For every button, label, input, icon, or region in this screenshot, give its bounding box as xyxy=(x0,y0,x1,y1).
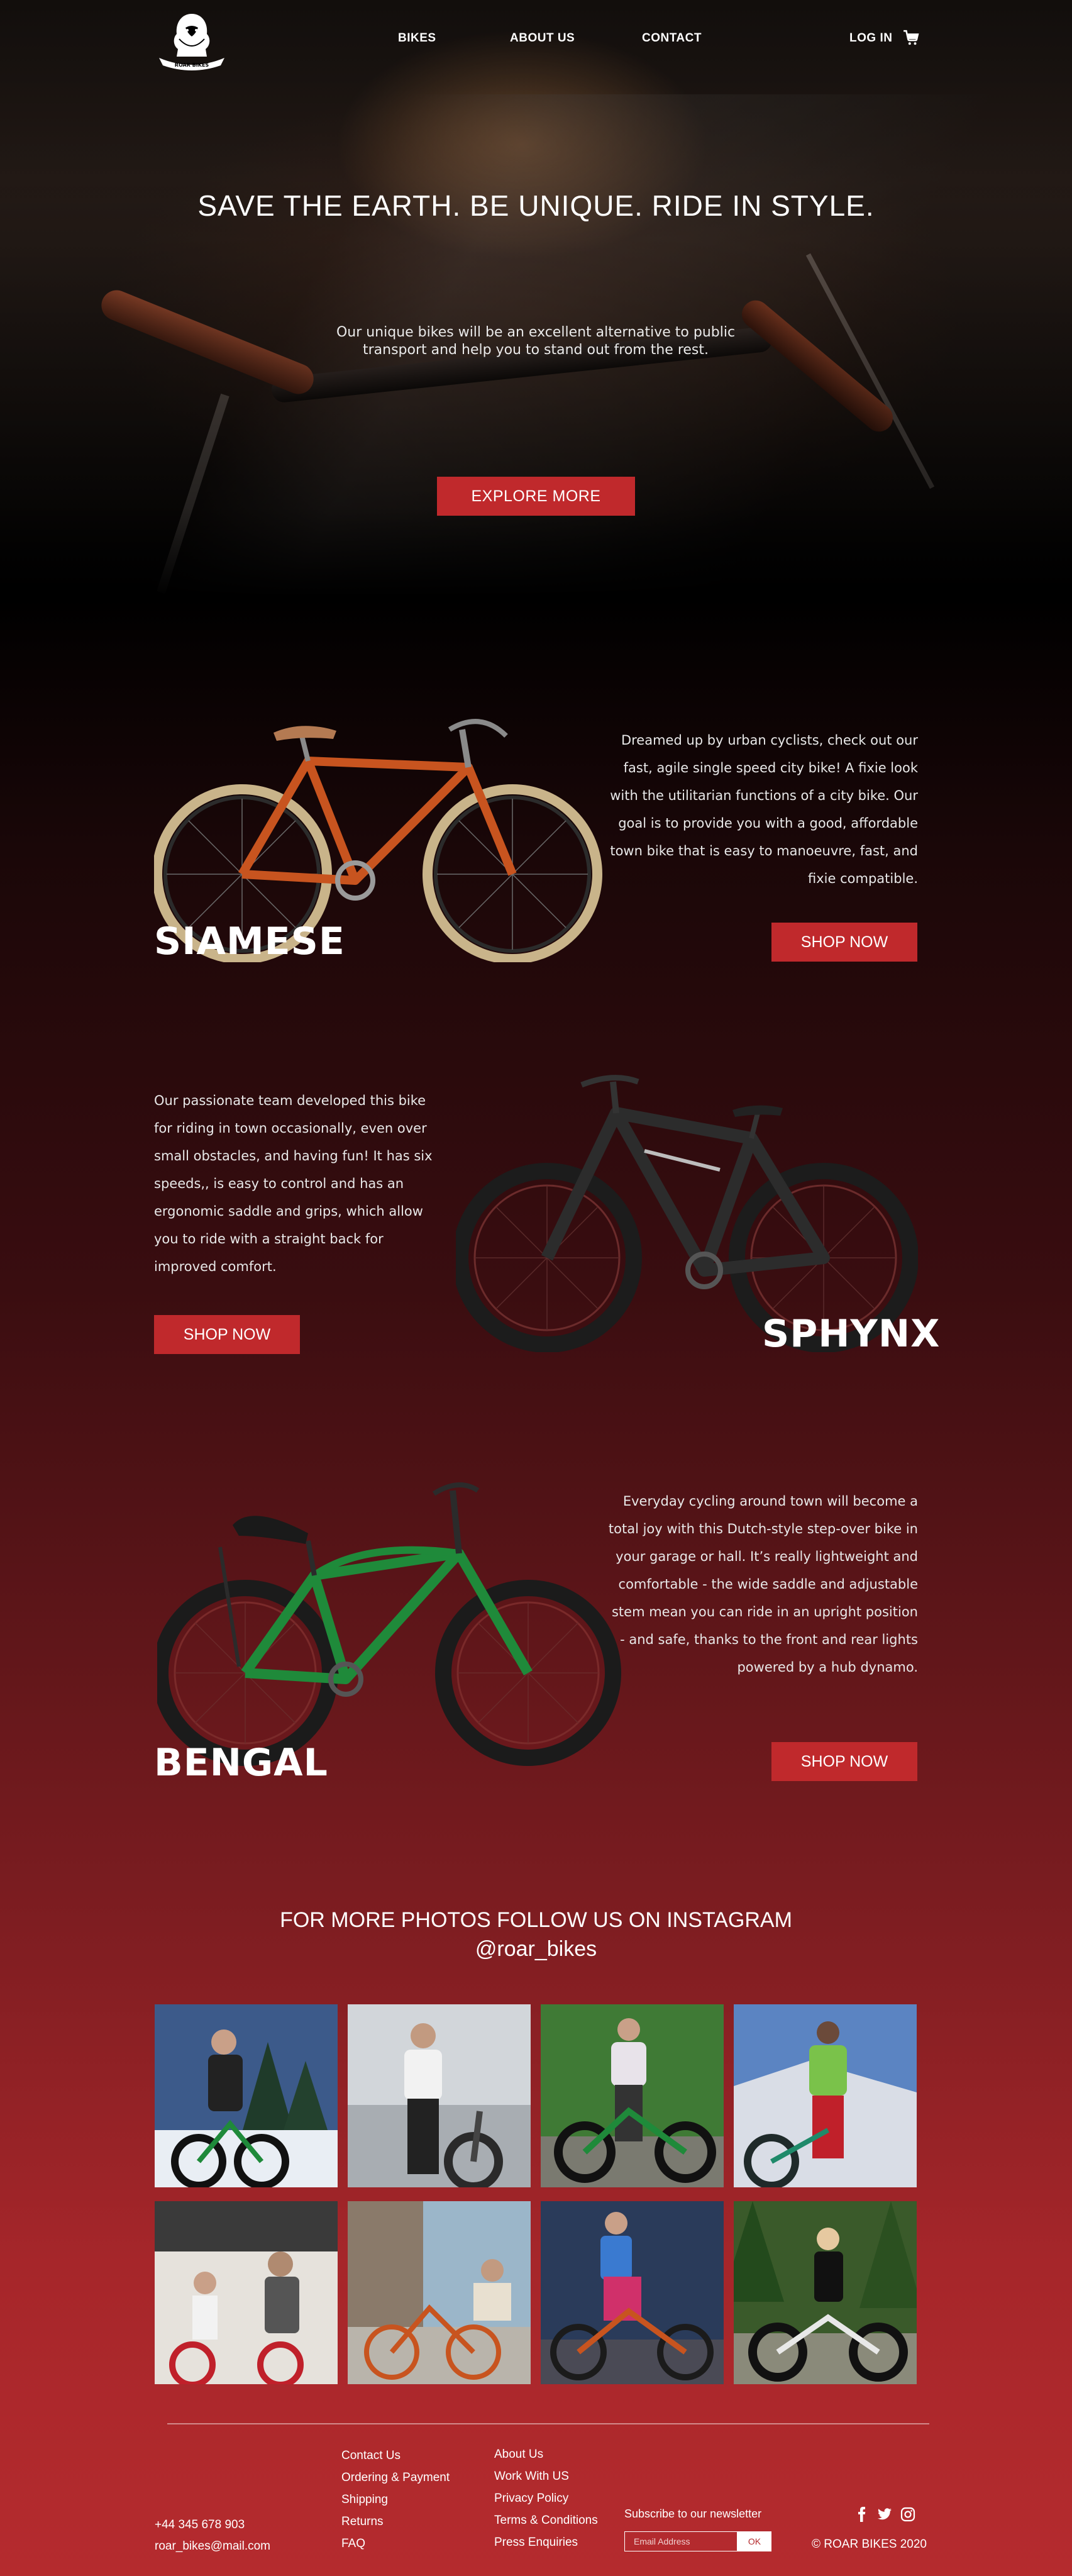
instagram-photo[interactable] xyxy=(348,2004,531,2187)
instagram-photo[interactable] xyxy=(734,2004,917,2187)
nav-contact[interactable]: CONTACT xyxy=(642,31,702,45)
footer-link-privacy-policy[interactable]: Privacy Policy xyxy=(494,2492,568,2506)
shop-now-button[interactable]: SHOP NOW xyxy=(154,1315,300,1354)
instagram-title: FOR MORE PHOTOS FOLLOW US ON INSTAGRAM xyxy=(280,1908,792,1932)
instagram-photo[interactable] xyxy=(155,2201,338,2384)
instagram-photo[interactable] xyxy=(348,2201,531,2384)
instagram-photo[interactable] xyxy=(734,2201,917,2384)
hero-subtitle: Our unique bikes will be an excellent al… xyxy=(336,325,736,358)
product-name: SIAMESE xyxy=(154,919,345,963)
footer-link-terms-conditions[interactable]: Terms & Conditions xyxy=(494,2514,598,2528)
footer-link-faq[interactable]: FAQ xyxy=(341,2537,365,2551)
footer-link-returns[interactable]: Returns xyxy=(341,2515,384,2529)
footer-email[interactable]: roar_bikes@mail.com xyxy=(155,2540,270,2553)
footer-link-press-enquiries[interactable]: Press Enquiries xyxy=(494,2536,578,2550)
instagram-photo[interactable] xyxy=(541,2004,724,2187)
bengal-bike-image xyxy=(152,1465,622,1767)
nav-log-in[interactable]: LOG IN xyxy=(849,31,892,45)
nav-bikes[interactable]: BIKES xyxy=(398,31,436,45)
footer-link-contact-us[interactable]: Contact Us xyxy=(341,2449,401,2463)
instagram-handle[interactable]: @roar_bikes xyxy=(0,1935,1072,1963)
instagram-icon[interactable] xyxy=(900,2507,915,2522)
facebook-icon[interactable] xyxy=(854,2507,870,2522)
newsletter-label: Subscribe to our newsletter xyxy=(624,2507,762,2520)
product-name: SPHYNX xyxy=(762,1312,941,1356)
cart-icon[interactable] xyxy=(903,30,919,46)
footer-phone: +44 345 678 903 xyxy=(155,2518,245,2531)
footer-copyright: © ROAR BIKES 2020 xyxy=(812,2538,927,2551)
product-description: Everyday cycling around town will become… xyxy=(608,1494,918,1675)
footer-link-shipping[interactable]: Shipping xyxy=(341,2493,388,2507)
footer-link-about-us[interactable]: About Us xyxy=(494,2448,543,2462)
footer-link-work-with-us[interactable]: Work With US xyxy=(494,2470,569,2484)
shop-now-button[interactable]: SHOP NOW xyxy=(771,1742,917,1781)
explore-more-button[interactable]: EXPLORE MORE xyxy=(437,477,635,516)
shop-now-button[interactable]: SHOP NOW xyxy=(771,923,917,962)
logo-wordmark: ROAR BIKES xyxy=(175,62,209,68)
product-description: Our passionate team developed this bike … xyxy=(154,1093,433,1274)
instagram-photo[interactable] xyxy=(155,2004,338,2187)
hero-title: SAVE THE EARTH. BE UNIQUE. RIDE IN STYLE… xyxy=(197,189,875,222)
newsletter-ok-button[interactable]: OK xyxy=(738,2531,771,2551)
footer-divider xyxy=(167,2423,929,2424)
newsletter-email-input[interactable] xyxy=(624,2531,738,2551)
nav-about-us[interactable]: ABOUT US xyxy=(510,31,575,45)
sphynx-bike-image xyxy=(452,1069,919,1353)
instagram-photo[interactable] xyxy=(541,2201,724,2384)
roar-bikes-logo[interactable]: ROAR BIKES xyxy=(154,9,229,72)
product-description: Dreamed up by urban cyclists, check out … xyxy=(610,733,918,886)
footer-link-ordering-payment[interactable]: Ordering & Payment xyxy=(341,2471,450,2485)
product-name: BENGAL xyxy=(154,1741,328,1785)
twitter-icon[interactable] xyxy=(876,2507,893,2522)
